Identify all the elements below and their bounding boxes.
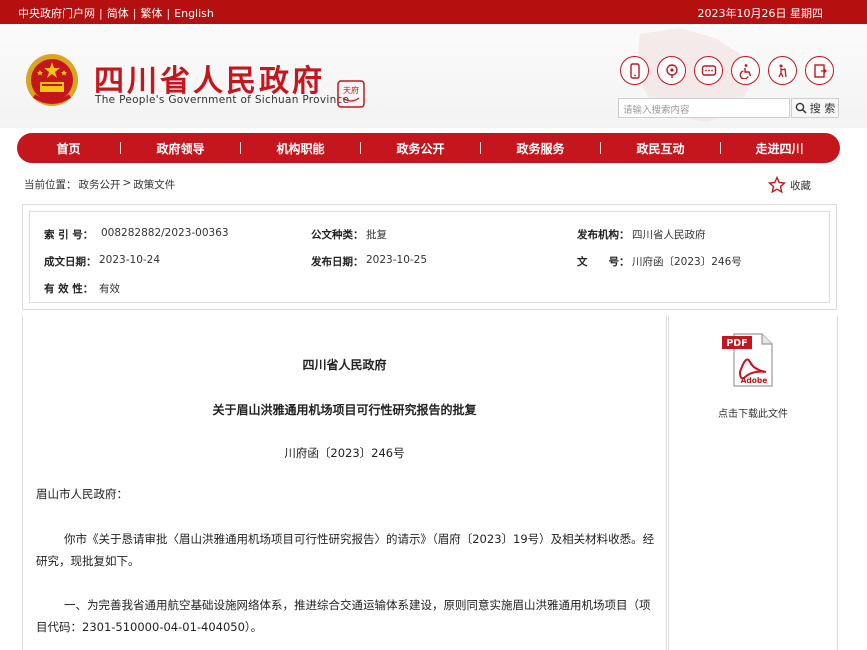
nav-item-open-affairs[interactable]: 政务公开 [361, 140, 480, 157]
star-icon [768, 176, 786, 194]
national-emblem-icon [26, 54, 78, 106]
meta-issuer-label: 发布机构： [577, 229, 630, 241]
meta-docno-label: 文 号： [577, 256, 630, 268]
service-icons [620, 56, 834, 85]
tianfu-seal-icon: 天府 [337, 80, 365, 108]
exit-icon[interactable] [805, 56, 834, 85]
separator: | [166, 6, 171, 20]
search-input[interactable]: 请输入搜索内容 [618, 98, 790, 118]
breadcrumb-item-policy[interactable]: 政策文件 [133, 177, 175, 192]
top-links: 中央政府门户网 | 简体 | 繁体 | English [18, 5, 214, 21]
download-link[interactable]: 点击下载此文件 [668, 405, 838, 420]
link-central-gov[interactable]: 中央政府门户网 [18, 5, 95, 21]
meta-created-label: 成文日期： [44, 256, 97, 268]
document-number: 川府函〔2023〕246号 [284, 446, 405, 460]
link-simplified[interactable]: 简体 [107, 5, 129, 21]
main-nav: 首页 政府领导 机构职能 政务公开 政务服务 政民互动 走进四川 [17, 133, 840, 163]
document-title: 关于眉山洪雅通用机场项目可行性研究报告的批复 [212, 403, 477, 417]
meta-issuer-value: 四川省人民政府 [632, 229, 706, 241]
weibo-icon[interactable] [657, 56, 686, 85]
meta-index-label: 索 引 号： [44, 229, 94, 241]
meta-type-label: 公文种类： [311, 229, 364, 241]
pdf-file-icon[interactable]: PDF Adobe [720, 332, 776, 388]
top-bar: 中央政府门户网 | 简体 | 繁体 | English 2023年10月26日 … [0, 0, 867, 24]
document-salutation: 眉山市人民政府： [36, 487, 128, 501]
current-date: 2023年10月26日 星期四 [697, 7, 824, 20]
link-english[interactable]: English [174, 7, 214, 20]
breadcrumb: 当前位置： 政务公开 > 政策文件 [24, 177, 175, 192]
nav-item-services[interactable]: 政务服务 [481, 140, 600, 157]
search-button-label: 搜 索 [809, 102, 836, 115]
meta-created-value: 2023-10-24 [99, 254, 161, 266]
site-header: 四川省人民政府 The People's Government of Sichu… [0, 24, 867, 128]
mobile-icon[interactable] [620, 56, 649, 85]
nav-item-home[interactable]: 首页 [17, 140, 120, 157]
breadcrumb-separator: > [122, 177, 132, 189]
favorite-button[interactable]: 收藏 [768, 176, 811, 194]
search-icon [795, 102, 807, 114]
accessibility-icon[interactable] [731, 56, 760, 85]
breadcrumb-item-open-affairs[interactable]: 政务公开 [79, 177, 121, 192]
meta-validity-value: 有效 [99, 283, 120, 295]
nav-item-leaders[interactable]: 政府领导 [121, 140, 240, 157]
meta-validity-label: 有 效 性： [44, 283, 94, 295]
pdf-brand-text: Adobe [741, 376, 768, 385]
elderly-care-icon[interactable] [768, 56, 797, 85]
link-traditional[interactable]: 繁体 [140, 5, 162, 21]
site-subtitle: The People's Government of Sichuan Provi… [95, 94, 350, 106]
favorite-label: 收藏 [790, 179, 811, 192]
breadcrumb-prefix: 当前位置： [24, 179, 77, 191]
nav-item-interaction[interactable]: 政民互动 [601, 140, 720, 157]
meta-published-value: 2023-10-25 [366, 254, 428, 266]
document-paragraph-1: 你市《关于恳请审批〈眉山洪雅通用机场项目可行性研究报告〉的请示》（眉府〔2023… [36, 532, 655, 568]
seal-text: 天府 [343, 85, 359, 95]
search-button[interactable]: 搜 索 [791, 98, 839, 118]
separator: | [99, 6, 103, 20]
meta-docno-value: 川府函〔2023〕246号 [632, 256, 742, 268]
meta-index-value: 008282882/2023-00363 [101, 227, 229, 239]
document-issuer: 四川省人民政府 [302, 358, 387, 372]
nav-item-functions[interactable]: 机构职能 [241, 140, 360, 157]
nav-item-about-sichuan[interactable]: 走进四川 [721, 140, 838, 157]
document-paragraph-2: 一、为完善我省通用航空基础设施网络体系，推进综合交通运输体系建设，原则同意实施眉… [36, 598, 651, 634]
separator: | [132, 6, 137, 20]
pdf-badge-text: PDF [726, 338, 747, 349]
wechat-icon[interactable] [694, 56, 723, 85]
meta-published-label: 发布日期： [311, 256, 364, 268]
meta-type-value: 批复 [366, 229, 387, 241]
